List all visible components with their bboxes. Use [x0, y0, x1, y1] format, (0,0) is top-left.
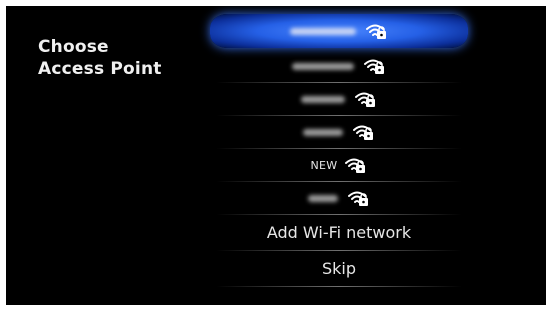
network-item-2[interactable]: [210, 51, 468, 83]
page-title: Choose Access Point: [38, 36, 162, 80]
network-item-4[interactable]: [210, 117, 468, 149]
page-title-line1: Choose: [38, 37, 109, 57]
wifi-lock-icon: [348, 189, 370, 207]
wifi-lock-icon: [353, 123, 375, 141]
network-item-5[interactable]: NEW: [210, 150, 468, 182]
wifi-lock-icon: [364, 57, 386, 75]
network-item-3[interactable]: [210, 84, 468, 116]
network-item-1[interactable]: [210, 14, 468, 48]
ssid-redacted: [290, 27, 356, 35]
wifi-lock-icon: [345, 156, 367, 174]
tv-screen: Choose Access Point NEW Add Wi-Fi networ…: [6, 6, 546, 305]
ssid-label: NEW: [310, 158, 338, 172]
wifi-lock-icon: [366, 22, 388, 40]
access-point-list: NEW Add Wi-Fi network Skip: [210, 6, 468, 288]
network-item-6[interactable]: [210, 183, 468, 215]
skip-label: Skip: [321, 259, 357, 278]
skip-button[interactable]: Skip: [210, 252, 468, 287]
wifi-lock-icon: [355, 90, 377, 108]
ssid-redacted: [301, 95, 345, 103]
ssid-redacted: [308, 194, 338, 202]
page-title-line2: Access Point: [38, 59, 162, 79]
add-wifi-network-button[interactable]: Add Wi-Fi network: [210, 216, 468, 251]
ssid-redacted: [303, 128, 343, 136]
add-wifi-network-label: Add Wi-Fi network: [266, 223, 412, 242]
ssid-redacted: [292, 62, 354, 70]
